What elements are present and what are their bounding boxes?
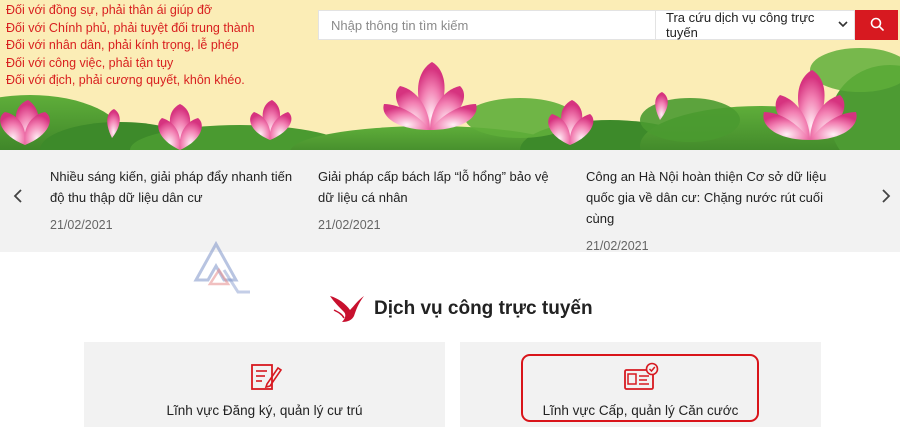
bird-emblem-icon [328, 290, 366, 329]
news-title[interactable]: Nhiều sáng kiến, giải pháp đẩy nhanh tiế… [50, 166, 300, 208]
section-title: Dịch vụ công trực tuyến [374, 298, 593, 319]
service-card-label: Lĩnh vực Đăng ký, quản lý cư trú [166, 403, 363, 418]
news-carousel: Nhiều sáng kiến, giải pháp đẩy nhanh tiế… [0, 150, 900, 253]
motto-line: Đối với nhân dân, phải kính trọng, lễ ph… [6, 38, 239, 53]
section-header: Dịch vụ công trực tuyến [328, 292, 593, 326]
carousel-next-button[interactable] [876, 186, 896, 210]
search-button[interactable] [855, 10, 898, 40]
carousel-prev-button[interactable] [8, 186, 28, 210]
news-date: 21/02/2021 [586, 239, 649, 253]
service-card-residence[interactable]: Lĩnh vực Đăng ký, quản lý cư trú [84, 342, 445, 427]
search-bar: Tra cứu dịch vụ công trực tuyến [318, 10, 898, 40]
news-title[interactable]: Công an Hà Nội hoàn thiện Cơ sở dữ liệu … [586, 166, 836, 229]
edit-document-icon [247, 362, 283, 392]
motto-line: Đối với Chính phủ, phải tuyệt đối trung … [6, 20, 255, 35]
news-title[interactable]: Giải pháp cấp bách lấp “lỗ hổng” bảo vệ … [318, 166, 568, 208]
chevron-right-icon [881, 188, 891, 208]
service-card-id-card[interactable]: Lĩnh vực Cấp, quản lý Căn cước [460, 342, 821, 427]
top-banner: Đối với đồng sự, phải thân ái giúp đỡ Đố… [0, 0, 900, 150]
motto-list: Đối với đồng sự, phải thân ái giúp đỡ Đố… [6, 2, 255, 90]
motto-line: Đối với công việc, phải tận tụy [6, 55, 174, 70]
search-icon [870, 17, 884, 34]
news-date: 21/02/2021 [318, 218, 381, 232]
service-card-label: Lĩnh vực Cấp, quản lý Căn cước [542, 403, 739, 418]
search-input[interactable] [318, 10, 655, 40]
search-category-select[interactable]: Tra cứu dịch vụ công trực tuyến [655, 10, 855, 40]
watermark-logo [193, 240, 250, 294]
news-item: Giải pháp cấp bách lấp “lỗ hổng” bảo vệ … [318, 166, 568, 232]
news-item: Công an Hà Nội hoàn thiện Cơ sở dữ liệu … [586, 166, 836, 253]
news-date: 21/02/2021 [50, 218, 113, 232]
motto-line: Đối với đồng sự, phải thân ái giúp đỡ [6, 3, 213, 17]
id-card-icon [623, 362, 659, 392]
chevron-left-icon [13, 188, 23, 208]
search-category-value: Tra cứu dịch vụ công trực tuyến [666, 10, 815, 40]
chevron-down-icon [838, 19, 848, 32]
motto-line: Đối với địch, phải cương quyết, khôn khé… [6, 73, 245, 88]
news-item: Nhiều sáng kiến, giải pháp đẩy nhanh tiế… [50, 166, 300, 232]
